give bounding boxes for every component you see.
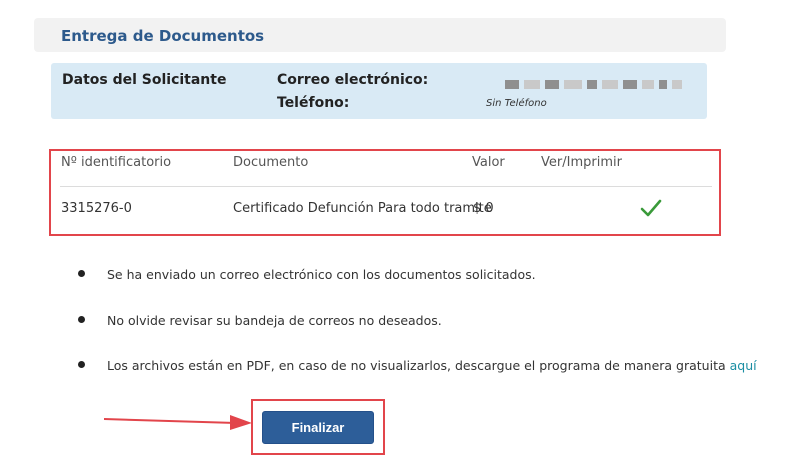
- arrow-icon: [103, 412, 254, 432]
- table-cell-value: $ 0: [473, 201, 494, 216]
- finalize-button[interactable]: Finalizar: [262, 411, 374, 444]
- bullet-icon: [78, 361, 85, 368]
- note-text: Los archivos están en PDF, en caso de no…: [107, 358, 726, 373]
- applicant-section-label: Datos del Solicitante: [62, 72, 227, 88]
- phone-value: Sin Teléfono: [486, 98, 547, 109]
- table-cell-document: Certificado Defunción Para todo tramite: [233, 201, 492, 216]
- email-value-redacted: [505, 74, 725, 89]
- bullet-icon: [78, 270, 85, 277]
- bullet-icon: [78, 316, 85, 323]
- table-cell-id: 3315276-0: [61, 201, 132, 216]
- column-header-print: Ver/Imprimir: [541, 155, 622, 170]
- column-header-document: Documento: [233, 155, 309, 170]
- email-label: Correo electrónico:: [277, 72, 429, 88]
- phone-label: Teléfono:: [277, 95, 350, 111]
- check-icon[interactable]: [640, 198, 662, 218]
- page-title: Entrega de Documentos: [61, 27, 265, 45]
- column-header-value: Valor: [472, 155, 505, 170]
- download-link[interactable]: aquí: [730, 358, 757, 373]
- note-item: No olvide revisar su bandeja de correos …: [107, 313, 442, 328]
- note-item: Los archivos están en PDF, en caso de no…: [107, 358, 757, 373]
- table-divider: [60, 186, 712, 187]
- note-item: Se ha enviado un correo electrónico con …: [107, 267, 536, 282]
- column-header-id: Nº identificatorio: [61, 155, 172, 170]
